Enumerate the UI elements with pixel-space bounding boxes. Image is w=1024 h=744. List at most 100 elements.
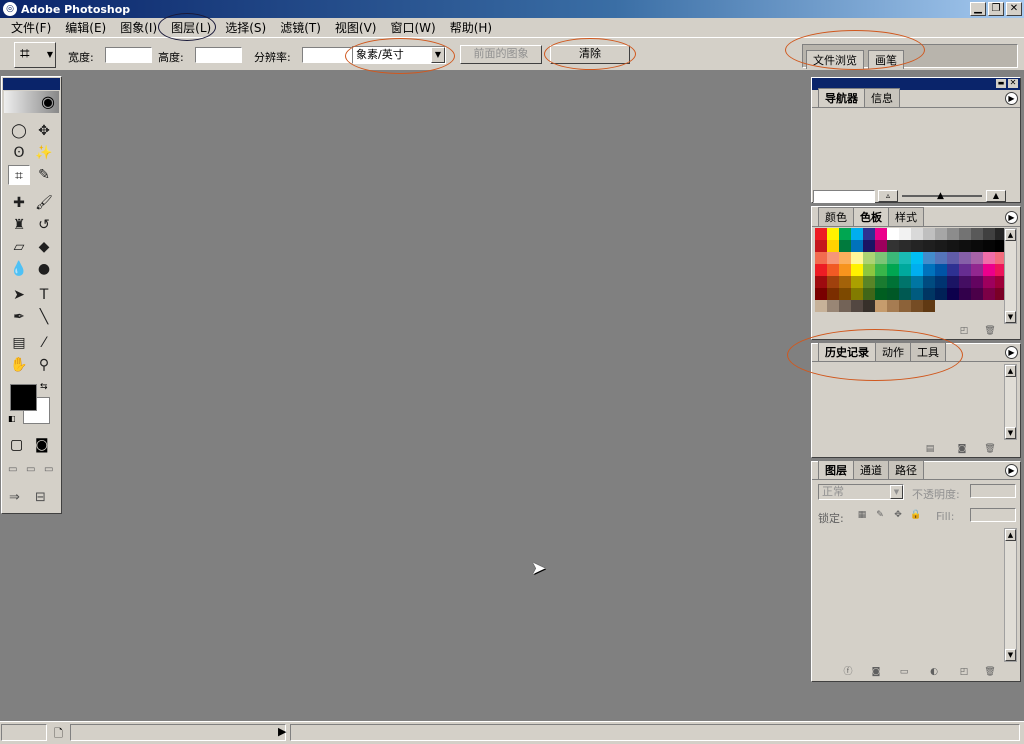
- adobe-online-banner[interactable]: ◉: [4, 91, 59, 113]
- type-tool[interactable]: T: [33, 285, 55, 305]
- color-swatch[interactable]: [839, 276, 851, 288]
- color-swatch[interactable]: [971, 228, 983, 240]
- color-swatch[interactable]: [971, 264, 983, 276]
- scroll-up-icon[interactable]: ▲: [1005, 365, 1016, 377]
- color-swatch[interactable]: [947, 276, 959, 288]
- status-menu-arrow-icon[interactable]: ▶: [278, 725, 286, 738]
- scroll-down-icon[interactable]: ▼: [1005, 649, 1016, 661]
- color-swatch[interactable]: [875, 228, 887, 240]
- color-swatch[interactable]: [899, 288, 911, 300]
- color-swatch[interactable]: [923, 264, 935, 276]
- color-swatch[interactable]: [863, 288, 875, 300]
- layer-style-icon[interactable]: ⓕ: [842, 667, 854, 678]
- magic-wand-tool[interactable]: ✨: [33, 143, 55, 163]
- color-swatch[interactable]: [839, 288, 851, 300]
- color-swatch[interactable]: [959, 228, 971, 240]
- tab-info[interactable]: 信息: [864, 88, 900, 107]
- lock-transparent-icon[interactable]: ▦: [856, 510, 868, 521]
- screen-mode-full-icon[interactable]: ▭: [44, 464, 53, 475]
- color-swatch[interactable]: [911, 228, 923, 240]
- blend-mode-select[interactable]: 正常 ▼: [818, 484, 904, 500]
- lock-position-icon[interactable]: ✥: [892, 510, 904, 521]
- color-swatch[interactable]: [827, 300, 839, 312]
- fill-input[interactable]: [970, 508, 1016, 522]
- menu-filter[interactable]: 滤镜(T): [273, 19, 328, 36]
- scroll-down-icon[interactable]: ▼: [1005, 311, 1016, 323]
- menu-image[interactable]: 图象(I): [113, 19, 164, 36]
- hand-tool[interactable]: ✋: [8, 355, 30, 375]
- color-swatch[interactable]: [827, 252, 839, 264]
- new-layer-set-icon[interactable]: ▭: [898, 667, 910, 678]
- swap-colors-icon[interactable]: ⇆: [40, 382, 48, 392]
- tab-swatches[interactable]: 色板: [853, 207, 889, 226]
- paint-bucket-tool[interactable]: ◆: [33, 237, 55, 257]
- color-swatch[interactable]: [899, 264, 911, 276]
- resolution-unit-select[interactable]: 象素/英寸 ▼: [352, 46, 446, 64]
- pen-tool[interactable]: ✒: [8, 307, 30, 327]
- color-swatch[interactable]: [815, 240, 827, 252]
- color-swatch[interactable]: [863, 252, 875, 264]
- color-swatch[interactable]: [875, 288, 887, 300]
- color-swatch[interactable]: [875, 276, 887, 288]
- color-swatch[interactable]: [839, 252, 851, 264]
- color-swatch[interactable]: [923, 300, 935, 312]
- color-swatch[interactable]: [911, 300, 923, 312]
- color-swatch[interactable]: [863, 264, 875, 276]
- color-swatch[interactable]: [863, 276, 875, 288]
- clone-stamp-tool[interactable]: ♜: [8, 215, 30, 235]
- eyedropper-tool[interactable]: ⁄: [33, 333, 55, 353]
- color-swatch[interactable]: [971, 276, 983, 288]
- close-button[interactable]: ✕: [1006, 2, 1022, 16]
- color-swatch[interactable]: [947, 264, 959, 276]
- color-swatch[interactable]: [875, 240, 887, 252]
- color-swatch[interactable]: [983, 240, 995, 252]
- menu-file[interactable]: 文件(F): [4, 19, 58, 36]
- clear-button[interactable]: 清除: [550, 45, 630, 64]
- crop-tool[interactable]: ⌗: [8, 165, 30, 185]
- color-swatch[interactable]: [851, 276, 863, 288]
- blur-tool[interactable]: 💧: [8, 259, 30, 279]
- notes-tool[interactable]: ▤: [8, 333, 30, 353]
- color-swatch[interactable]: [875, 264, 887, 276]
- color-swatch[interactable]: [947, 240, 959, 252]
- color-swatch[interactable]: [875, 300, 887, 312]
- color-swatch[interactable]: [935, 264, 947, 276]
- color-swatch[interactable]: [815, 288, 827, 300]
- tab-paths[interactable]: 路径: [888, 460, 924, 479]
- color-swatch[interactable]: [815, 276, 827, 288]
- swatches-scrollbar[interactable]: ▲ ▼: [1004, 228, 1017, 324]
- opacity-input[interactable]: [970, 484, 1016, 498]
- scroll-up-icon[interactable]: ▲: [1005, 529, 1016, 541]
- line-tool[interactable]: ╲: [33, 307, 55, 327]
- delete-state-icon[interactable]: 🗑: [984, 444, 996, 455]
- color-swatch[interactable]: [827, 276, 839, 288]
- tab-navigator[interactable]: 导航器: [818, 88, 865, 107]
- color-swatch[interactable]: [815, 300, 827, 312]
- color-swatch[interactable]: [959, 288, 971, 300]
- color-swatch[interactable]: [815, 228, 827, 240]
- layer-mask-icon[interactable]: ◙: [870, 667, 882, 678]
- brushes-tab[interactable]: 画笔: [868, 50, 904, 69]
- menu-layer[interactable]: 图层(L): [164, 19, 218, 36]
- front-image-button[interactable]: 前面的图象: [460, 45, 542, 64]
- color-swatch[interactable]: [959, 252, 971, 264]
- new-swatch-icon[interactable]: ◰: [958, 326, 970, 337]
- color-swatch[interactable]: [983, 264, 995, 276]
- marquee-tool[interactable]: ◯: [8, 121, 30, 141]
- color-swatch[interactable]: [851, 288, 863, 300]
- color-swatch[interactable]: [947, 288, 959, 300]
- healing-brush-tool[interactable]: ✚: [8, 193, 30, 213]
- default-colors-icon[interactable]: ◧: [8, 414, 16, 423]
- color-swatch[interactable]: [947, 252, 959, 264]
- color-swatch[interactable]: [971, 288, 983, 300]
- color-swatch[interactable]: [983, 228, 995, 240]
- color-swatch[interactable]: [935, 288, 947, 300]
- dodge-tool[interactable]: ●: [33, 259, 55, 279]
- color-swatch[interactable]: [971, 240, 983, 252]
- menu-select[interactable]: 选择(S): [218, 19, 273, 36]
- color-swatch[interactable]: [923, 276, 935, 288]
- color-swatch[interactable]: [983, 252, 995, 264]
- tab-tool-presets[interactable]: 工具: [910, 342, 946, 361]
- color-swatch[interactable]: [851, 240, 863, 252]
- history-scrollbar[interactable]: ▲ ▼: [1004, 364, 1017, 440]
